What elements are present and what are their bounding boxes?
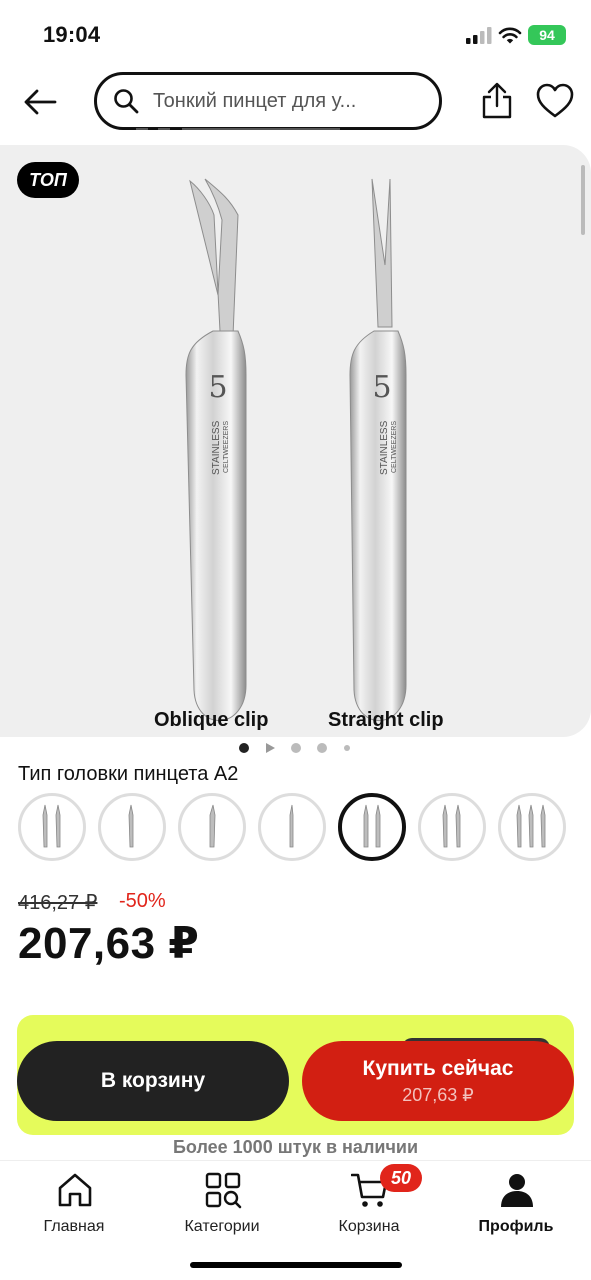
variant-thumbnail — [363, 804, 381, 848]
discount-label: -50% — [119, 890, 166, 912]
tab-profile[interactable]: Профиль — [456, 1167, 576, 1237]
home-icon — [58, 1173, 92, 1207]
arrow-left-icon — [24, 89, 57, 115]
top-badge: ТОП — [17, 162, 79, 198]
tab-home[interactable]: Главная — [14, 1167, 134, 1237]
svg-text:STAINLESS: STAINLESS — [211, 420, 222, 475]
svg-text:CELTWEEZERS: CELTWEEZERS — [391, 421, 398, 473]
variant-thumbnail — [209, 804, 216, 848]
search-query-text: Тонкий пинцет для у... — [153, 89, 357, 112]
tab-profile-label: Профиль — [478, 1218, 554, 1235]
variant-option[interactable] — [258, 793, 326, 861]
pagination-video-icon[interactable] — [264, 742, 276, 754]
variant-option[interactable] — [178, 793, 246, 861]
svg-text:CELTWEEZERS: CELTWEEZERS — [223, 421, 230, 473]
add-to-cart-button[interactable]: В корзину — [17, 1041, 289, 1121]
cellular-signal-icon — [466, 27, 492, 44]
tab-categories-label: Категории — [184, 1218, 260, 1235]
straight-tweezer: 5 STAINLESS CELTWEEZERS — [349, 178, 407, 721]
variant-option[interactable] — [98, 793, 166, 861]
caption-straight: Straight clip — [328, 709, 444, 731]
variant-thumbnail — [289, 804, 294, 848]
cart-count-badge: 50 — [380, 1164, 422, 1192]
share-button[interactable] — [477, 80, 517, 122]
header: Тонкий пинцет для у... — [0, 66, 591, 136]
search-icon — [114, 89, 139, 114]
buy-now-button[interactable]: Купить сейчас 207,63 ₽ — [302, 1041, 574, 1121]
tweezer-number-right: 5 — [372, 370, 391, 405]
variant-title: Тип головки пинцета A2 — [18, 763, 239, 785]
favorite-button[interactable] — [534, 80, 576, 122]
oblique-tweezer: 5 STAINLESS CELTWEEZERS — [185, 178, 247, 721]
buy-now-price: 207,63 ₽ — [402, 1084, 474, 1105]
buy-now-label: Купить сейчас — [362, 1056, 514, 1080]
pagination-dot-active[interactable] — [239, 743, 249, 753]
gallery-scroll-indicator — [581, 165, 585, 235]
categories-icon — [205, 1172, 242, 1209]
dashed-underline — [136, 128, 340, 130]
stock-info: Более 1000 штук в наличии — [172, 1137, 419, 1157]
product-image: 5 STAINLESS CELTWEEZERS 5 STAINLESS CELT… — [185, 178, 407, 721]
tab-home-label: Главная — [43, 1218, 105, 1235]
caption-oblique: Oblique clip — [154, 709, 269, 731]
variant-option[interactable] — [418, 793, 486, 861]
gallery-pagination — [239, 741, 359, 755]
tweezer-number-left: 5 — [208, 370, 227, 405]
heart-icon — [536, 83, 574, 118]
variant-option-selected[interactable] — [338, 793, 406, 861]
search-input[interactable]: Тонкий пинцет для у... — [94, 72, 442, 130]
variant-thumbnail — [42, 804, 61, 848]
svg-text:STAINLESS: STAINLESS — [379, 420, 390, 475]
pagination-dot[interactable] — [317, 743, 327, 753]
status-bar: 19:04 94 — [0, 0, 591, 66]
variant-thumbnail — [128, 804, 134, 848]
wifi-icon — [498, 27, 522, 44]
tab-categories[interactable]: Категории — [162, 1167, 282, 1237]
variant-option[interactable] — [18, 793, 86, 861]
back-button[interactable] — [20, 82, 60, 122]
home-indicator — [190, 1262, 402, 1268]
share-icon — [482, 82, 512, 119]
pagination-dot[interactable] — [344, 745, 350, 751]
product-image-gallery[interactable]: 5 STAINLESS CELTWEEZERS 5 STAINLESS CELT… — [0, 145, 591, 737]
tab-cart-label: Корзина — [338, 1218, 400, 1235]
variant-option[interactable] — [498, 793, 566, 861]
pagination-dot[interactable] — [291, 743, 301, 753]
old-price: 416,27 ₽ — [18, 892, 98, 914]
variant-thumbnail — [516, 804, 546, 848]
battery-indicator: 94 — [528, 25, 566, 45]
variant-thumbnail — [442, 804, 461, 848]
profile-icon — [501, 1174, 533, 1207]
current-price: 207,63 ₽ — [18, 919, 200, 968]
status-time: 19:04 — [43, 22, 101, 47]
